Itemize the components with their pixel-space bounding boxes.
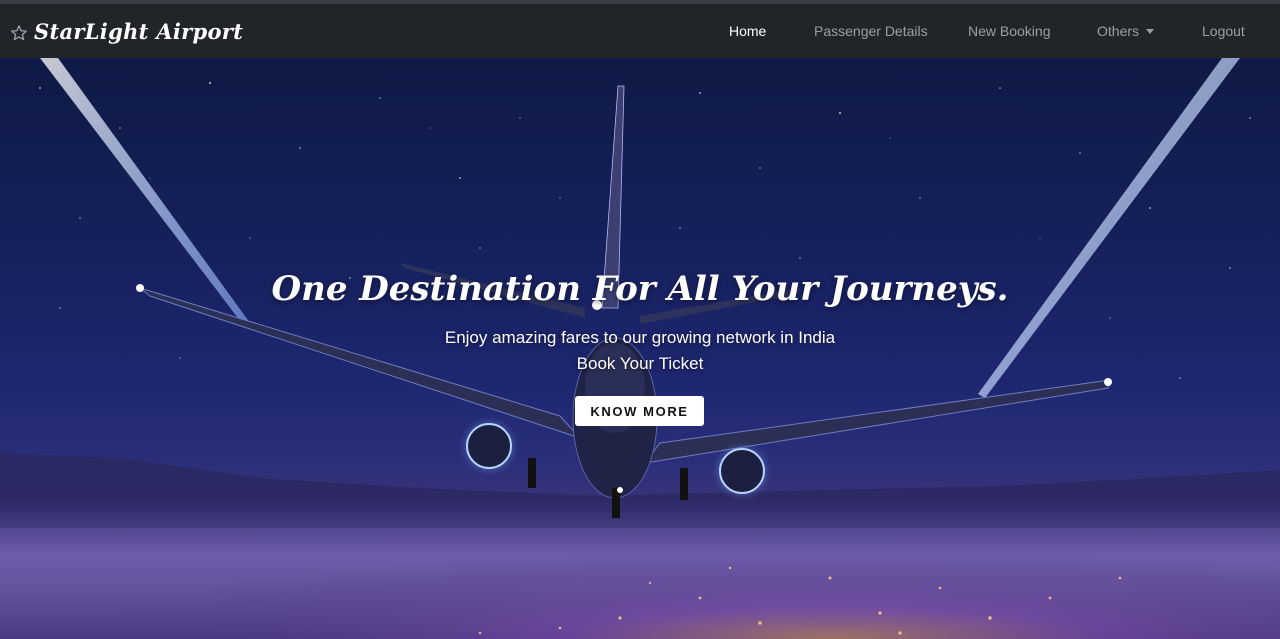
navbar: StarLight Airport Home Passenger Details… xyxy=(0,4,1280,58)
hero-title: One Destination For All Your Journeys. xyxy=(271,269,1009,309)
caret-down-icon xyxy=(1146,28,1155,34)
nav-passenger-details[interactable]: Passenger Details xyxy=(814,23,928,39)
hero-carousel: One Destination For All Your Journeys. E… xyxy=(0,58,1280,639)
nav-logout[interactable]: Logout xyxy=(1202,23,1245,39)
hero-subtitle-line2: Book Your Ticket xyxy=(576,354,704,373)
hero-caption: One Destination For All Your Journeys. E… xyxy=(0,58,1280,639)
brand-name: StarLight Airport xyxy=(34,18,244,44)
star-icon xyxy=(11,25,27,41)
nav-others-label: Others xyxy=(1097,23,1140,39)
brand-link[interactable]: StarLight Airport xyxy=(10,4,243,58)
know-more-button[interactable]: KNOW MORE xyxy=(575,396,704,426)
nav-others-dropdown[interactable]: Others xyxy=(1097,23,1155,39)
nav-home[interactable]: Home xyxy=(729,23,766,39)
hero-subtitle-line1: Enjoy amazing fares to our growing netwo… xyxy=(444,328,836,347)
page: StarLight Airport Home Passenger Details… xyxy=(0,0,1280,639)
nav-new-booking[interactable]: New Booking xyxy=(968,23,1051,39)
